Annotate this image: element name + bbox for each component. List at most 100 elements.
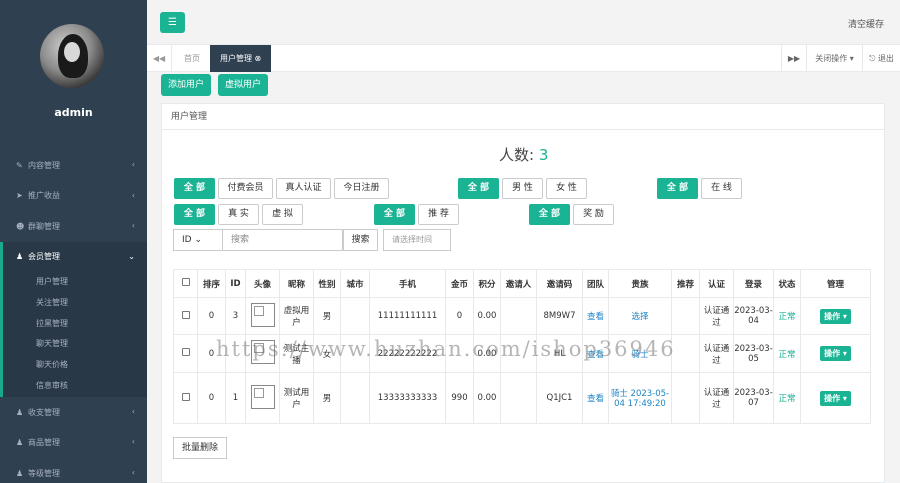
watermark-text: https://www.huzhan.com/ishop36946 xyxy=(216,337,676,361)
filter-male[interactable]: 男 性 xyxy=(502,178,543,199)
user-panel: 用户管理 人数: 3 全 部 付费会员 真人认证 今日注册 全 部 男 性 女 … xyxy=(161,103,885,483)
send-icon: ➤ xyxy=(16,191,23,201)
operate-dropdown-button[interactable]: 操作 ▾ xyxy=(820,346,851,361)
submenu-block-manage[interactable]: 拉黑管理 xyxy=(3,314,147,335)
members-submenu: 用户管理 关注管理 拉黑管理 聊天管理 聊天价格 信息审核 xyxy=(0,272,147,397)
date-picker-input[interactable]: 请选择时间 xyxy=(383,229,451,251)
filter-real-auth[interactable]: 真人认证 xyxy=(276,178,331,199)
sidebar-item-promo[interactable]: ➤ 推广收益 ‹ xyxy=(0,181,147,212)
tab-scroll-right-icon[interactable]: ▶▶ xyxy=(781,45,806,72)
filter-female[interactable]: 女 性 xyxy=(546,178,587,199)
submenu-chat-price[interactable]: 聊天价格 xyxy=(3,355,147,376)
avatar[interactable] xyxy=(40,24,104,88)
col-team: 团队 xyxy=(582,269,609,298)
filter-all-5[interactable]: 全 部 xyxy=(374,204,415,225)
team-view-link[interactable]: 查看 xyxy=(582,297,609,335)
filter-all-1[interactable]: 全 部 xyxy=(174,178,215,199)
filter-recommend[interactable]: 推 荐 xyxy=(418,204,459,225)
logout-button[interactable]: ⎋ 退出 xyxy=(862,45,900,72)
noble-select-link[interactable]: 选择 xyxy=(608,297,672,335)
table-row: 0 1 测试用户 男 13333333333 990 0.00 Q1JC1 查看… xyxy=(173,372,871,424)
top-bar: ☰ 清空缓存 xyxy=(147,0,900,45)
sidebar-item-finance[interactable]: ♟ 收支管理 ‹ xyxy=(0,397,147,428)
submenu-user-manage[interactable]: 用户管理 xyxy=(3,272,147,293)
status-badge: 正常 xyxy=(773,372,801,424)
filter-all-4[interactable]: 全 部 xyxy=(174,204,215,225)
filter-online[interactable]: 在 线 xyxy=(701,178,742,199)
team-view-link[interactable]: 查看 xyxy=(582,372,609,424)
filter-paid[interactable]: 付费会员 xyxy=(218,178,273,199)
chevron-down-icon: ⌄ xyxy=(128,251,135,261)
noble-select-link[interactable]: 骑士 2023-05-04 17:49:20 xyxy=(608,372,672,424)
close-icon[interactable]: ⊗ xyxy=(255,54,262,63)
sidebar-item-levels[interactable]: ♟ 等级管理 ‹ xyxy=(0,458,147,483)
search-input[interactable]: 搜索 xyxy=(223,229,343,251)
chevron-left-icon: ‹ xyxy=(131,406,135,416)
col-city: 城市 xyxy=(340,269,370,298)
sidebar-item-groupchat[interactable]: ☻ 群聊管理 ‹ xyxy=(0,211,147,242)
batch-delete-button[interactable]: 批量删除 xyxy=(173,437,228,459)
col-manage: 管理 xyxy=(800,269,871,298)
filter-today-reg[interactable]: 今日注册 xyxy=(334,178,389,199)
tab-scroll-left-icon[interactable]: ◀◀ xyxy=(147,45,172,72)
close-ops-dropdown[interactable]: 关闭操作 ▾ xyxy=(806,45,862,72)
chevron-left-icon: ‹ xyxy=(131,190,135,200)
menu-toggle-icon[interactable]: ☰ xyxy=(160,12,185,33)
filter-virtual[interactable]: 虚 拟 xyxy=(262,204,303,225)
col-noble: 贵族 xyxy=(608,269,672,298)
user-avatar-image xyxy=(250,302,275,327)
sidebar-item-content[interactable]: ✎ 内容管理 ‹ xyxy=(0,150,147,181)
submenu-info-review[interactable]: 信息审核 xyxy=(3,376,147,397)
row-checkbox[interactable] xyxy=(181,310,190,319)
search-button[interactable]: 搜索 xyxy=(343,229,378,251)
row-checkbox[interactable] xyxy=(181,392,190,401)
submenu-chat-manage[interactable]: 聊天管理 xyxy=(3,334,147,355)
sidebar-item-goods[interactable]: ♟ 商品管理 ‹ xyxy=(0,427,147,458)
user-icon: ♟ xyxy=(16,468,24,478)
clear-cache-link[interactable]: 清空缓存 xyxy=(848,17,884,30)
side-menu: ✎ 内容管理 ‹ ➤ 推广收益 ‹ ☻ 群聊管理 ‹ ♟ 会员管理 ⌄ 用户管理 关注管理 拉黑… xyxy=(0,150,147,483)
col-gender: 性别 xyxy=(313,269,341,298)
operate-dropdown-button[interactable]: 操作 ▾ xyxy=(820,308,851,324)
col-login: 登录 xyxy=(733,269,774,298)
chevron-left-icon: ‹ xyxy=(131,160,135,169)
tab-bar: ◀◀ 首页 用户管理 ⊗ ▶▶ 关闭操作 ▾ ⎋ 退出 xyxy=(147,45,900,72)
tab-user-manage[interactable]: 用户管理 ⊗ xyxy=(210,45,272,72)
chevron-left-icon: ‹ xyxy=(131,467,135,477)
status-badge: 正常 xyxy=(773,334,801,373)
panel-title: 用户管理 xyxy=(162,104,884,130)
edit-icon: ✎ xyxy=(16,160,23,170)
col-auth: 认证 xyxy=(699,269,734,298)
col-id: ID xyxy=(225,269,246,298)
col-recommend: 推荐 xyxy=(671,269,700,298)
user-icon: ♟ xyxy=(16,252,24,262)
row-checkbox[interactable] xyxy=(181,348,190,356)
select-all-checkbox[interactable] xyxy=(181,278,190,286)
col-points: 积分 xyxy=(473,269,501,298)
add-user-button[interactable]: 添加用户 xyxy=(161,74,212,96)
filter-real[interactable]: 真 实 xyxy=(218,204,259,225)
tab-home[interactable]: 首页 xyxy=(174,45,210,72)
filter-reward[interactable]: 奖 励 xyxy=(573,204,614,225)
submenu-follow-manage[interactable]: 关注管理 xyxy=(3,293,147,314)
filter-all-2[interactable]: 全 部 xyxy=(458,178,499,199)
virtual-user-button[interactable]: 虚拟用户 xyxy=(218,74,269,96)
col-inviter: 邀请人 xyxy=(500,269,537,298)
chevron-down-icon: ⌄ xyxy=(194,235,203,245)
logout-icon: ⎋ xyxy=(869,54,876,63)
filter-all-3[interactable]: 全 部 xyxy=(657,178,698,199)
search-field-select[interactable]: ID ⌄ xyxy=(173,229,223,251)
sidebar-item-members[interactable]: ♟ 会员管理 ⌄ xyxy=(0,241,147,272)
col-phone: 手机 xyxy=(369,269,446,298)
col-nick: 昵称 xyxy=(279,269,314,298)
col-select[interactable] xyxy=(173,269,198,298)
col-avatar: 头像 xyxy=(245,269,280,298)
status-badge: 正常 xyxy=(773,297,801,335)
table-header-row: 排序 ID 头像 昵称 性别 城市 手机 金币 积分 邀请人 邀请码 团队 贵族… xyxy=(173,269,871,298)
operate-dropdown-button[interactable]: 操作 ▾ xyxy=(820,390,851,406)
user-count: 人数: 3 xyxy=(499,146,549,164)
user-icon: ♟ xyxy=(16,438,24,448)
sidebar: admin ✎ 内容管理 ‹ ➤ 推广收益 ‹ ☻ 群聊管理 ‹ ♟ 会员管理 ⌄ 用户管理 关… xyxy=(0,0,147,483)
user-avatar-image xyxy=(250,384,275,409)
filter-all-6[interactable]: 全 部 xyxy=(529,204,570,225)
